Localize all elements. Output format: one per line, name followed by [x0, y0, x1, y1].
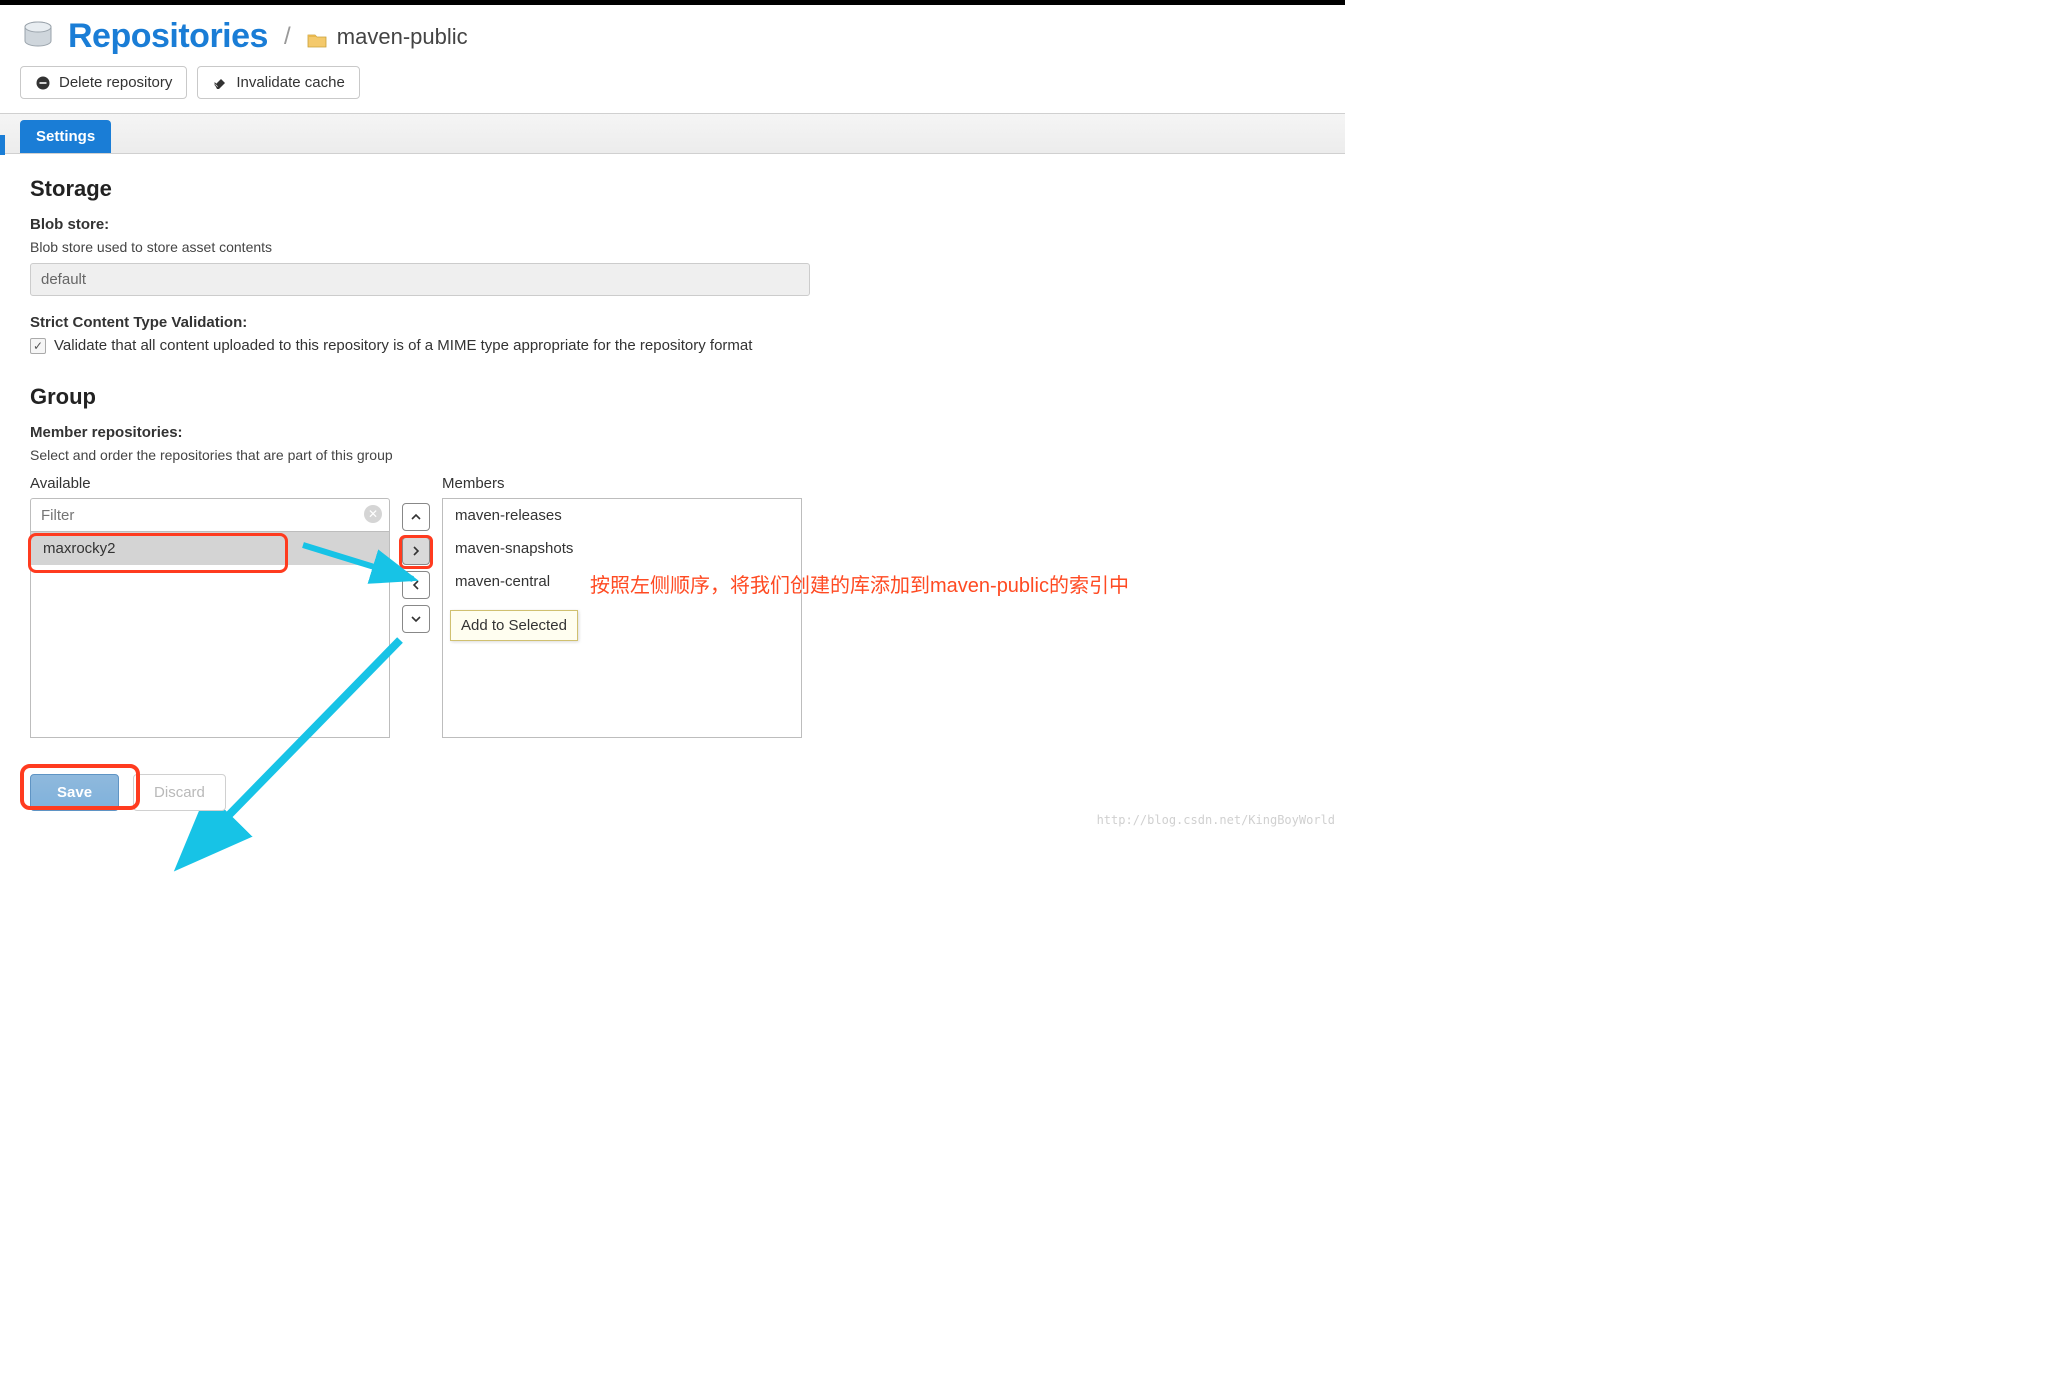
move-down-button[interactable] — [402, 605, 430, 633]
remove-from-members-button[interactable] — [402, 571, 430, 599]
strict-validation-checkbox[interactable]: ✓ — [30, 338, 46, 354]
member-repos-label: Member repositories: — [30, 424, 1315, 441]
member-repos-help: Select and order the repositories that a… — [30, 447, 1315, 463]
list-item[interactable]: maven-releases — [443, 499, 801, 532]
available-list[interactable]: maxrocky2 — [30, 532, 390, 738]
available-filter-input[interactable] — [30, 498, 390, 532]
move-up-button[interactable] — [402, 503, 430, 531]
tab-bar: Settings — [0, 113, 1345, 154]
folder-icon — [307, 32, 327, 48]
chevron-right-icon — [410, 545, 422, 557]
list-item[interactable]: maxrocky2 — [31, 532, 389, 565]
blob-store-label: Blob store: — [30, 216, 1315, 233]
database-icon — [20, 19, 56, 55]
discard-button[interactable]: Discard — [133, 774, 226, 811]
minus-circle-icon — [35, 75, 51, 91]
tooltip-add-to-selected: Add to Selected — [450, 610, 578, 641]
save-button[interactable]: Save — [30, 774, 119, 811]
watermark: http://blog.csdn.net/KingBoyWorld — [1097, 813, 1335, 827]
delete-repository-button[interactable]: Delete repository — [20, 66, 187, 99]
breadcrumb-current: maven-public — [307, 24, 468, 50]
blob-store-field — [30, 263, 810, 296]
annotation-text: 按照左侧顺序，将我们创建的库添加到maven-public的索引中 — [590, 569, 1129, 598]
strict-validation-help: Validate that all content uploaded to th… — [54, 337, 752, 354]
section-title-group: Group — [30, 384, 1315, 410]
eraser-icon — [212, 75, 228, 91]
members-label: Members — [442, 475, 802, 492]
chevron-left-icon — [410, 579, 422, 591]
action-toolbar: Delete repository Invalidate cache — [0, 66, 1345, 113]
invalidate-cache-button[interactable]: Invalidate cache — [197, 66, 359, 99]
clear-filter-icon[interactable]: ✕ — [364, 505, 382, 523]
list-item[interactable]: maven-snapshots — [443, 532, 801, 565]
add-to-members-button[interactable] — [402, 537, 430, 565]
page-header: Repositories / maven-public — [0, 5, 1345, 66]
breadcrumb-separator: / — [280, 23, 295, 51]
section-title-storage: Storage — [30, 176, 1315, 202]
chevron-down-icon — [410, 613, 422, 625]
tab-settings[interactable]: Settings — [20, 120, 111, 153]
available-label: Available — [30, 475, 390, 492]
page-title[interactable]: Repositories — [68, 17, 268, 56]
blob-store-help: Blob store used to store asset contents — [30, 239, 1315, 255]
chevron-up-icon — [410, 511, 422, 523]
strict-validation-label: Strict Content Type Validation: — [30, 314, 1315, 331]
